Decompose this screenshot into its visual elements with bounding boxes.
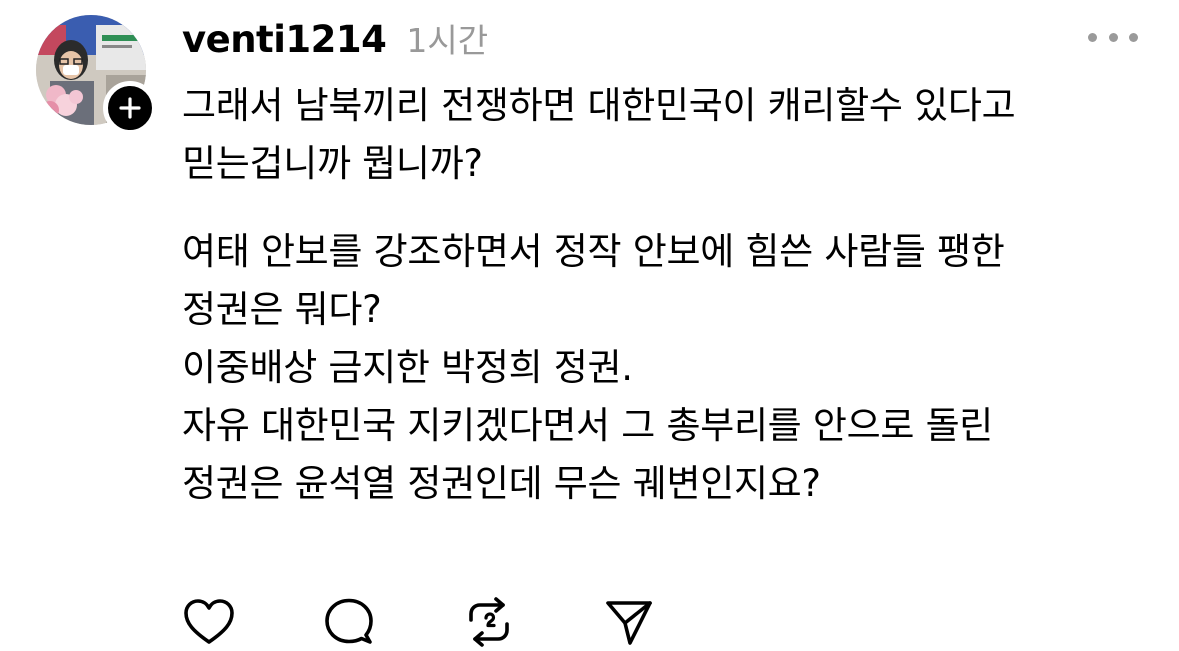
heart-icon	[184, 599, 234, 644]
send-icon	[606, 601, 652, 645]
post-text-line: 정권은 뭐다?	[182, 288, 382, 331]
more-dots-icon	[1108, 32, 1118, 42]
plus-icon	[119, 97, 141, 119]
share-button[interactable]	[602, 595, 656, 649]
more-options-button[interactable]	[1088, 24, 1138, 50]
post-text-line: 자유 대한민국 지키겠다면서 그 총부리를 안으로 돌린	[182, 404, 994, 447]
more-dots-icon	[1129, 32, 1138, 42]
timestamp: 1시간	[406, 21, 489, 60]
post-text-line: 이중배상 금지한 박정희 정권.	[182, 346, 633, 389]
repost-button[interactable]	[462, 595, 516, 649]
post-text-line: 믿는겁니까 뭡니까?	[182, 142, 483, 185]
post-header: venti1214 1시간	[182, 14, 488, 62]
follow-button[interactable]	[103, 81, 157, 135]
post-text-line: 정권은 윤석열 정권인데 무슨 궤변인지요?	[182, 462, 821, 505]
reply-button[interactable]	[322, 595, 376, 649]
post-text-line: 여태 안보를 강조하면서 정작 안보에 힘쓴 사람들 팽한	[182, 230, 1005, 273]
more-dots-icon	[1088, 32, 1097, 42]
avatar-container	[36, 15, 157, 135]
post-text-line: 그래서 남북끼리 전쟁하면 대한민국이 캐리할수 있다고	[182, 84, 1016, 127]
repost-icon	[469, 597, 509, 647]
comment-icon	[325, 598, 373, 644]
like-button[interactable]	[182, 595, 236, 649]
username[interactable]: venti1214	[182, 18, 387, 61]
post-body: 그래서 남북끼리 전쟁하면 대한민국이 캐리할수 있다고 믿는겁니까 뭡니까? …	[182, 77, 1162, 513]
